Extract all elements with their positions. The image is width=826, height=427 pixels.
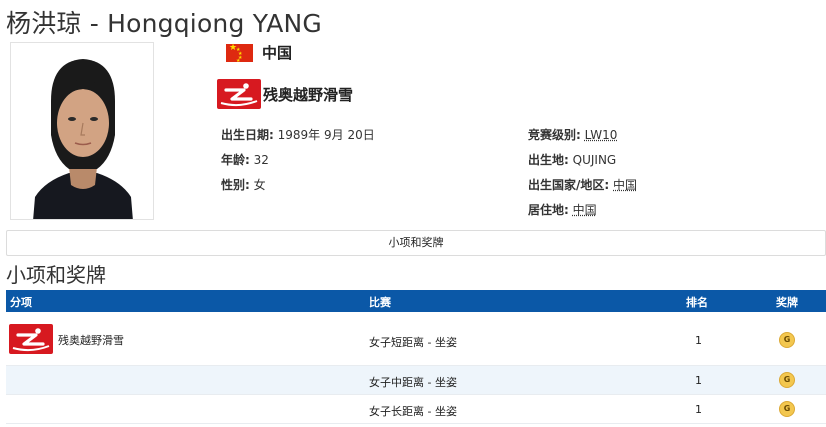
- info-label: 竞赛级别:: [528, 128, 581, 142]
- table-row: 女子长距离 - 坐姿 1 G: [6, 395, 826, 424]
- info-birthdate: 出生日期: 1989年 9月 20日: [221, 126, 375, 143]
- gold-medal-icon: G: [779, 401, 795, 417]
- header-discipline: 分项: [10, 296, 32, 309]
- info-value[interactable]: 中国: [613, 178, 637, 192]
- header-medal: 奖牌: [776, 296, 798, 309]
- rank-value: 1: [695, 374, 702, 387]
- info-value[interactable]: 中国: [573, 203, 597, 217]
- para-cross-country-skiing-icon: [217, 79, 261, 109]
- info-value: 1989年 9月 20日: [277, 128, 375, 142]
- rank-value: 1: [695, 334, 702, 347]
- country-name: 中国: [262, 44, 293, 62]
- info-birthplace: 出生地: QUJING: [528, 151, 616, 168]
- info-age: 年龄: 32: [221, 151, 269, 168]
- info-residence: 居住地: 中国: [528, 201, 597, 218]
- discipline-link[interactable]: 残奥越野滑雪: [58, 332, 124, 348]
- info-birth-country: 出生国家/地区: 中国: [528, 176, 637, 193]
- gold-medal-icon: G: [779, 332, 795, 348]
- info-value: QUJING: [572, 153, 617, 167]
- tab-events-medals[interactable]: 小项和奖牌: [6, 230, 826, 256]
- event-link[interactable]: 女子短距离 - 坐姿: [369, 334, 457, 350]
- info-gender: 性别: 女: [221, 176, 266, 193]
- info-label: 性别:: [221, 178, 250, 192]
- medals-table: 分项 比赛 排名 奖牌 残奥越野滑雪 女子短距离 - 坐姿 1 G 女子中距离 …: [6, 290, 826, 424]
- gold-medal-icon: G: [779, 372, 795, 388]
- table-header: 分项 比赛 排名 奖牌: [6, 290, 826, 312]
- event-link[interactable]: 女子中距离 - 坐姿: [369, 374, 457, 390]
- table-row: 残奥越野滑雪 女子短距离 - 坐姿 1 G: [6, 312, 826, 366]
- info-label: 出生国家/地区:: [528, 178, 610, 192]
- header-event: 比赛: [369, 296, 391, 309]
- country-block: ★ ★ ★ ★ ★ 中国: [226, 42, 293, 64]
- info-label: 出生地:: [528, 153, 569, 167]
- table-row: 女子中距离 - 坐姿 1 G: [6, 366, 826, 395]
- event-link[interactable]: 女子长距离 - 坐姿: [369, 403, 457, 419]
- athlete-photo: [10, 42, 154, 220]
- info-label: 出生日期:: [221, 128, 274, 142]
- athlete-name-title: 杨洪琼 - Hongqiong YANG: [6, 9, 322, 38]
- header-rank: 排名: [686, 296, 708, 309]
- china-flag-icon: ★ ★ ★ ★ ★: [226, 43, 253, 64]
- sport-block[interactable]: 残奥越野滑雪: [217, 79, 353, 109]
- info-value[interactable]: LW10: [585, 128, 618, 142]
- info-label: 年龄:: [221, 153, 250, 167]
- info-value: 32: [253, 153, 269, 167]
- info-label: 居住地:: [528, 203, 569, 217]
- rank-value: 1: [695, 403, 702, 416]
- info-value: 女: [253, 178, 266, 192]
- sport-name[interactable]: 残奥越野滑雪: [263, 84, 353, 105]
- para-cross-country-skiing-icon: [9, 324, 53, 354]
- section-title: 小项和奖牌: [6, 263, 106, 287]
- info-class: 竞赛级别: LW10: [528, 126, 617, 143]
